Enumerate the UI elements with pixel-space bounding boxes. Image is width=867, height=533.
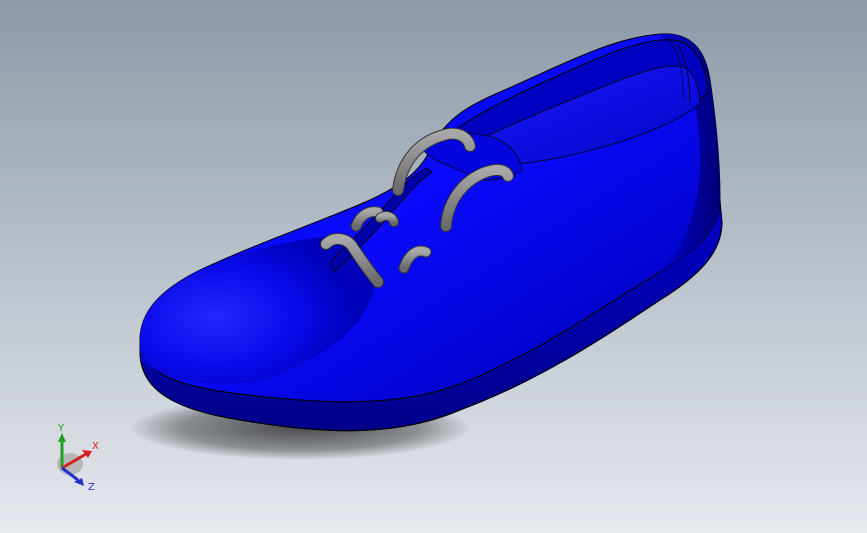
graphics-viewport[interactable]: Y X Z [0,0,867,533]
shoe-model[interactable] [0,0,867,533]
triad-y-label: Y [57,423,65,434]
triad-z-label: Z [88,482,95,493]
view-orientation-triad[interactable]: Y X Z [46,418,106,496]
triad-y-arrow [58,433,66,442]
triad-x-label: X [92,441,99,452]
